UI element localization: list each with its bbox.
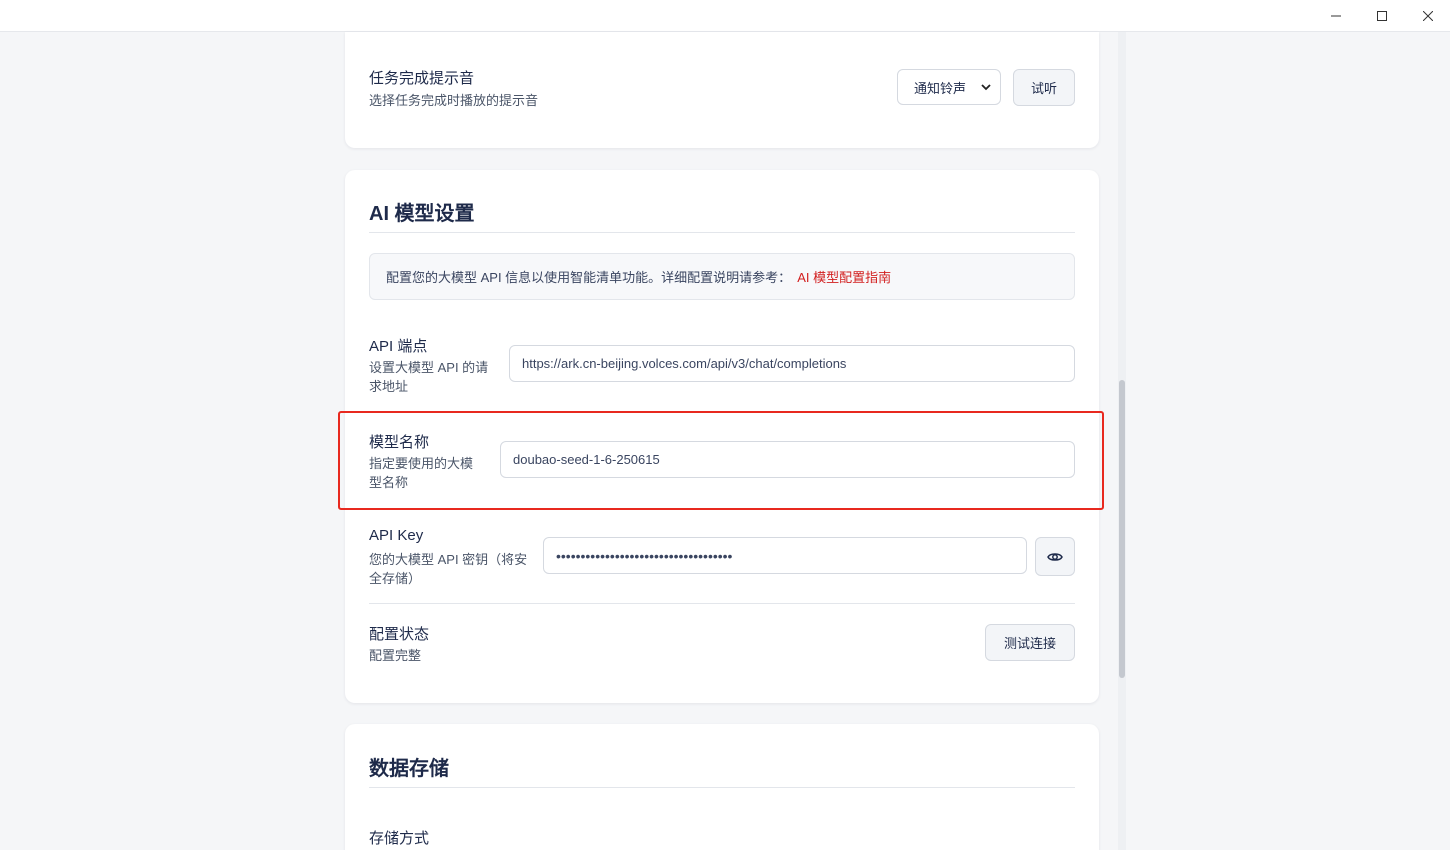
storage-section-divider xyxy=(369,787,1075,788)
endpoint-desc-line1: 设置大模型 API 的请 xyxy=(369,360,489,375)
model-name-input[interactable]: doubao-seed-1-6-250615 xyxy=(500,441,1075,478)
model-desc-line2: 型名称 xyxy=(369,475,409,490)
minimize-button[interactable] xyxy=(1313,0,1359,32)
sound-desc: 选择任务完成时播放的提示音 xyxy=(369,93,539,108)
sound-title: 任务完成提示音 xyxy=(369,70,475,87)
api-endpoint-input[interactable]: https://ark.cn-beijing.volces.com/api/v3… xyxy=(509,345,1075,382)
ai-section-title: AI 模型设置 xyxy=(369,203,475,225)
storage-method-title: 存储方式 xyxy=(369,830,430,847)
ai-settings-card xyxy=(345,170,1099,703)
ai-config-guide-link[interactable]: AI 模型配置指南 xyxy=(797,267,891,286)
ai-notice: 配置您的大模型 API 信息以使用智能清单功能。详细配置说明请参考： AI 模型… xyxy=(369,253,1075,300)
eye-icon xyxy=(1047,552,1063,561)
api-key-desc-line2: 全存储） xyxy=(369,571,422,586)
api-key-input[interactable]: •••••••••••••••••••••••••••••••••••• xyxy=(543,537,1027,574)
listen-button[interactable]: 试听 xyxy=(1013,69,1075,106)
model-title: 模型名称 xyxy=(369,434,430,451)
api-key-desc-line1: 您的大模型 API 密钥（将安 xyxy=(369,552,528,567)
ai-section-divider xyxy=(369,232,1075,233)
sound-select-value: 通知铃声 xyxy=(914,80,967,96)
endpoint-desc-line2: 求地址 xyxy=(369,379,409,394)
close-icon xyxy=(1423,11,1433,21)
toggle-key-visibility-button[interactable] xyxy=(1035,537,1075,576)
api-key-title: API Key xyxy=(369,527,424,544)
config-status-desc: 配置完整 xyxy=(369,648,422,663)
ai-notice-text: 配置您的大模型 API 信息以使用智能清单功能。详细配置说明请参考： xyxy=(386,270,792,285)
minimize-icon xyxy=(1331,15,1341,17)
config-status-title: 配置状态 xyxy=(369,626,430,643)
storage-section-title: 数据存储 xyxy=(369,758,449,780)
chevron-down-icon xyxy=(981,84,991,91)
title-bar xyxy=(0,0,1450,32)
sound-select[interactable]: 通知铃声 xyxy=(897,69,1001,105)
scrollbar-thumb[interactable] xyxy=(1119,380,1125,678)
status-divider xyxy=(369,603,1075,604)
test-connection-button[interactable]: 测试连接 xyxy=(985,624,1075,661)
model-desc-line1: 指定要使用的大模 xyxy=(369,456,474,471)
endpoint-title: API 端点 xyxy=(369,338,428,355)
maximize-button[interactable] xyxy=(1359,0,1405,32)
close-button[interactable] xyxy=(1405,0,1450,32)
maximize-icon xyxy=(1377,11,1387,21)
